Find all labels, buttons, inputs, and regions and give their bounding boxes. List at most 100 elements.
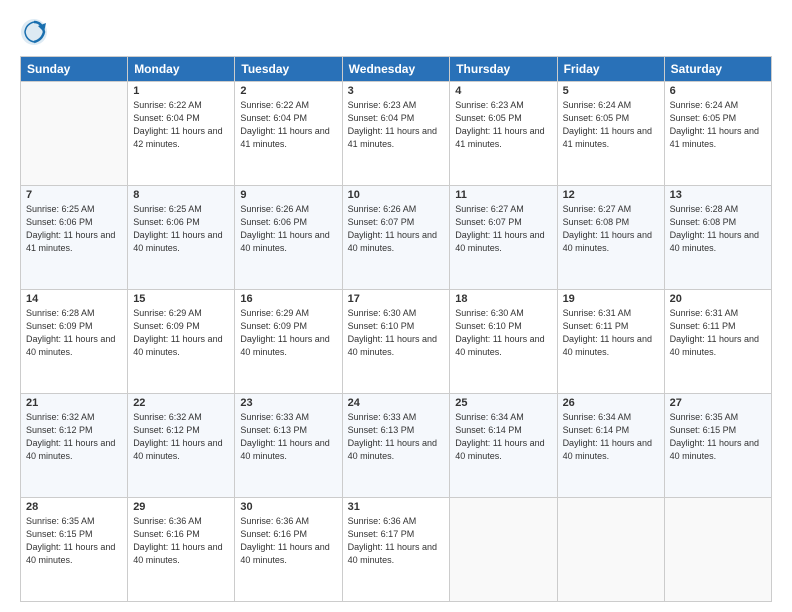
- week-row-5: 28 Sunrise: 6:35 AMSunset: 6:15 PMDaylig…: [21, 498, 772, 602]
- day-info: Sunrise: 6:25 AMSunset: 6:06 PMDaylight:…: [26, 204, 115, 253]
- day-cell: 31 Sunrise: 6:36 AMSunset: 6:17 PMDaylig…: [342, 498, 450, 602]
- day-info: Sunrise: 6:26 AMSunset: 6:07 PMDaylight:…: [348, 204, 437, 253]
- weekday-header-wednesday: Wednesday: [342, 57, 450, 82]
- weekday-header-friday: Friday: [557, 57, 664, 82]
- day-number: 25: [455, 397, 551, 409]
- day-info: Sunrise: 6:32 AMSunset: 6:12 PMDaylight:…: [133, 412, 222, 461]
- day-number: 10: [348, 189, 445, 201]
- day-info: Sunrise: 6:24 AMSunset: 6:05 PMDaylight:…: [670, 100, 759, 149]
- day-info: Sunrise: 6:30 AMSunset: 6:10 PMDaylight:…: [455, 308, 544, 357]
- day-cell: [450, 498, 557, 602]
- logo-icon: [20, 18, 48, 46]
- day-number: 29: [133, 501, 229, 513]
- day-number: 9: [240, 189, 336, 201]
- day-cell: 21 Sunrise: 6:32 AMSunset: 6:12 PMDaylig…: [21, 394, 128, 498]
- day-cell: 27 Sunrise: 6:35 AMSunset: 6:15 PMDaylig…: [664, 394, 771, 498]
- day-number: 14: [26, 293, 122, 305]
- day-info: Sunrise: 6:30 AMSunset: 6:10 PMDaylight:…: [348, 308, 437, 357]
- day-cell: 16 Sunrise: 6:29 AMSunset: 6:09 PMDaylig…: [235, 290, 342, 394]
- day-cell: 6 Sunrise: 6:24 AMSunset: 6:05 PMDayligh…: [664, 82, 771, 186]
- header: [20, 18, 772, 46]
- weekday-header-monday: Monday: [128, 57, 235, 82]
- day-number: 12: [563, 189, 659, 201]
- weekday-header-row: SundayMondayTuesdayWednesdayThursdayFrid…: [21, 57, 772, 82]
- week-row-1: 1 Sunrise: 6:22 AMSunset: 6:04 PMDayligh…: [21, 82, 772, 186]
- week-row-4: 21 Sunrise: 6:32 AMSunset: 6:12 PMDaylig…: [21, 394, 772, 498]
- day-cell: 29 Sunrise: 6:36 AMSunset: 6:16 PMDaylig…: [128, 498, 235, 602]
- day-number: 26: [563, 397, 659, 409]
- day-cell: [664, 498, 771, 602]
- day-number: 20: [670, 293, 766, 305]
- day-info: Sunrise: 6:27 AMSunset: 6:07 PMDaylight:…: [455, 204, 544, 253]
- weekday-header-saturday: Saturday: [664, 57, 771, 82]
- day-number: 7: [26, 189, 122, 201]
- calendar-table: SundayMondayTuesdayWednesdayThursdayFrid…: [20, 56, 772, 602]
- day-cell: 17 Sunrise: 6:30 AMSunset: 6:10 PMDaylig…: [342, 290, 450, 394]
- day-info: Sunrise: 6:22 AMSunset: 6:04 PMDaylight:…: [240, 100, 329, 149]
- day-number: 17: [348, 293, 445, 305]
- day-number: 6: [670, 85, 766, 97]
- day-number: 8: [133, 189, 229, 201]
- day-cell: 11 Sunrise: 6:27 AMSunset: 6:07 PMDaylig…: [450, 186, 557, 290]
- day-cell: 4 Sunrise: 6:23 AMSunset: 6:05 PMDayligh…: [450, 82, 557, 186]
- day-cell: 3 Sunrise: 6:23 AMSunset: 6:04 PMDayligh…: [342, 82, 450, 186]
- day-cell: 24 Sunrise: 6:33 AMSunset: 6:13 PMDaylig…: [342, 394, 450, 498]
- week-row-2: 7 Sunrise: 6:25 AMSunset: 6:06 PMDayligh…: [21, 186, 772, 290]
- day-cell: 7 Sunrise: 6:25 AMSunset: 6:06 PMDayligh…: [21, 186, 128, 290]
- day-cell: 2 Sunrise: 6:22 AMSunset: 6:04 PMDayligh…: [235, 82, 342, 186]
- page: SundayMondayTuesdayWednesdayThursdayFrid…: [0, 0, 792, 612]
- day-cell: 22 Sunrise: 6:32 AMSunset: 6:12 PMDaylig…: [128, 394, 235, 498]
- day-cell: 8 Sunrise: 6:25 AMSunset: 6:06 PMDayligh…: [128, 186, 235, 290]
- day-info: Sunrise: 6:34 AMSunset: 6:14 PMDaylight:…: [455, 412, 544, 461]
- day-number: 1: [133, 85, 229, 97]
- week-row-3: 14 Sunrise: 6:28 AMSunset: 6:09 PMDaylig…: [21, 290, 772, 394]
- day-cell: 10 Sunrise: 6:26 AMSunset: 6:07 PMDaylig…: [342, 186, 450, 290]
- day-info: Sunrise: 6:35 AMSunset: 6:15 PMDaylight:…: [670, 412, 759, 461]
- day-info: Sunrise: 6:34 AMSunset: 6:14 PMDaylight:…: [563, 412, 652, 461]
- day-info: Sunrise: 6:22 AMSunset: 6:04 PMDaylight:…: [133, 100, 222, 149]
- day-info: Sunrise: 6:27 AMSunset: 6:08 PMDaylight:…: [563, 204, 652, 253]
- day-cell: 5 Sunrise: 6:24 AMSunset: 6:05 PMDayligh…: [557, 82, 664, 186]
- day-number: 11: [455, 189, 551, 201]
- day-info: Sunrise: 6:23 AMSunset: 6:05 PMDaylight:…: [455, 100, 544, 149]
- day-number: 24: [348, 397, 445, 409]
- day-info: Sunrise: 6:33 AMSunset: 6:13 PMDaylight:…: [348, 412, 437, 461]
- day-number: 3: [348, 85, 445, 97]
- day-cell: 18 Sunrise: 6:30 AMSunset: 6:10 PMDaylig…: [450, 290, 557, 394]
- day-info: Sunrise: 6:31 AMSunset: 6:11 PMDaylight:…: [563, 308, 652, 357]
- weekday-header-sunday: Sunday: [21, 57, 128, 82]
- day-cell: 26 Sunrise: 6:34 AMSunset: 6:14 PMDaylig…: [557, 394, 664, 498]
- day-info: Sunrise: 6:26 AMSunset: 6:06 PMDaylight:…: [240, 204, 329, 253]
- day-info: Sunrise: 6:23 AMSunset: 6:04 PMDaylight:…: [348, 100, 437, 149]
- day-number: 2: [240, 85, 336, 97]
- day-info: Sunrise: 6:25 AMSunset: 6:06 PMDaylight:…: [133, 204, 222, 253]
- day-number: 30: [240, 501, 336, 513]
- day-cell: [21, 82, 128, 186]
- day-cell: 12 Sunrise: 6:27 AMSunset: 6:08 PMDaylig…: [557, 186, 664, 290]
- day-cell: 23 Sunrise: 6:33 AMSunset: 6:13 PMDaylig…: [235, 394, 342, 498]
- day-cell: 30 Sunrise: 6:36 AMSunset: 6:16 PMDaylig…: [235, 498, 342, 602]
- day-number: 22: [133, 397, 229, 409]
- day-cell: 25 Sunrise: 6:34 AMSunset: 6:14 PMDaylig…: [450, 394, 557, 498]
- day-cell: [557, 498, 664, 602]
- day-info: Sunrise: 6:36 AMSunset: 6:16 PMDaylight:…: [133, 516, 222, 565]
- day-number: 27: [670, 397, 766, 409]
- day-info: Sunrise: 6:33 AMSunset: 6:13 PMDaylight:…: [240, 412, 329, 461]
- day-cell: 13 Sunrise: 6:28 AMSunset: 6:08 PMDaylig…: [664, 186, 771, 290]
- day-cell: 28 Sunrise: 6:35 AMSunset: 6:15 PMDaylig…: [21, 498, 128, 602]
- day-info: Sunrise: 6:29 AMSunset: 6:09 PMDaylight:…: [133, 308, 222, 357]
- day-cell: 15 Sunrise: 6:29 AMSunset: 6:09 PMDaylig…: [128, 290, 235, 394]
- day-cell: 1 Sunrise: 6:22 AMSunset: 6:04 PMDayligh…: [128, 82, 235, 186]
- day-cell: 9 Sunrise: 6:26 AMSunset: 6:06 PMDayligh…: [235, 186, 342, 290]
- day-number: 5: [563, 85, 659, 97]
- day-info: Sunrise: 6:36 AMSunset: 6:17 PMDaylight:…: [348, 516, 437, 565]
- day-cell: 14 Sunrise: 6:28 AMSunset: 6:09 PMDaylig…: [21, 290, 128, 394]
- day-info: Sunrise: 6:28 AMSunset: 6:08 PMDaylight:…: [670, 204, 759, 253]
- day-number: 16: [240, 293, 336, 305]
- day-number: 28: [26, 501, 122, 513]
- day-info: Sunrise: 6:24 AMSunset: 6:05 PMDaylight:…: [563, 100, 652, 149]
- day-number: 19: [563, 293, 659, 305]
- day-number: 31: [348, 501, 445, 513]
- day-number: 4: [455, 85, 551, 97]
- day-info: Sunrise: 6:32 AMSunset: 6:12 PMDaylight:…: [26, 412, 115, 461]
